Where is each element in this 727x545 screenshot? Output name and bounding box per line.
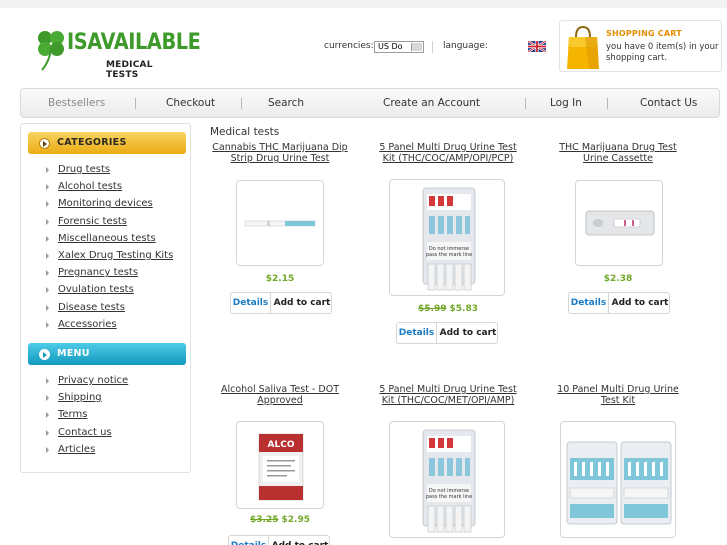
category-link[interactable]: Pregnancy tests bbox=[41, 267, 191, 284]
menu-title: MENU bbox=[57, 348, 90, 359]
shopping-bag-icon bbox=[567, 25, 599, 69]
categories-header: CATEGORIES bbox=[28, 132, 186, 154]
nav-bestsellers[interactable]: Bestsellers bbox=[48, 97, 105, 109]
product-name[interactable]: 5 Panel Multi Drug Urine Test Kit (THC/C… bbox=[378, 384, 518, 406]
brand-name: ISAVAILABLE bbox=[67, 30, 201, 55]
details-button[interactable]: Details bbox=[569, 293, 609, 313]
product-actions: Details Add to cart bbox=[228, 535, 330, 545]
menu-link[interactable]: Contact us bbox=[41, 427, 191, 444]
shopping-cart-box[interactable]: SHOPPING CART you have 0 item(s) in your… bbox=[559, 20, 722, 72]
details-button[interactable]: Details bbox=[397, 323, 437, 343]
details-button[interactable]: Details bbox=[229, 536, 269, 545]
product-card: 5 Panel Multi Drug Urine Test Kit (THC/C… bbox=[378, 142, 518, 352]
product-price: $5.99 $5.83 bbox=[418, 304, 478, 314]
test-panel-icon[interactable]: Do not immerse pass the mark line bbox=[389, 421, 505, 538]
category-link[interactable]: Miscellaneous tests bbox=[41, 233, 191, 250]
category-link[interactable]: Accessories bbox=[41, 319, 191, 336]
category-link[interactable]: Monitoring devices bbox=[41, 198, 191, 215]
add-to-cart-button[interactable]: Add to cart bbox=[272, 293, 332, 313]
product-card: Cannabis THC Marijuana Dip Strip Drug Ur… bbox=[210, 142, 350, 322]
add-to-cart-button[interactable]: Add to cart bbox=[610, 293, 670, 313]
product-name[interactable]: Alcohol Saliva Test - DOT Approved bbox=[210, 384, 350, 406]
product-name[interactable]: 10 Panel Multi Drug Urine Test Kit bbox=[548, 384, 688, 406]
svg-text:pass the mark line: pass the mark line bbox=[426, 252, 472, 258]
ten-panel-icon[interactable] bbox=[560, 421, 676, 538]
menu-link[interactable]: Privacy notice bbox=[41, 375, 191, 392]
category-link[interactable]: Xalex Drug Testing Kits bbox=[41, 250, 191, 267]
nav-search[interactable]: Search bbox=[268, 97, 304, 109]
product-price: $2.38 bbox=[603, 274, 633, 284]
category-link[interactable]: Disease tests bbox=[41, 302, 191, 319]
category-link[interactable]: Forensic tests bbox=[41, 216, 191, 233]
product-card: THC Marijuana Drug Test Urine Cassette $… bbox=[548, 142, 688, 322]
product-actions: Details Add to cart bbox=[568, 292, 670, 314]
add-to-cart-button[interactable]: Add to cart bbox=[270, 536, 330, 545]
svg-text:ALCO: ALCO bbox=[268, 440, 295, 450]
nav-divider bbox=[525, 98, 526, 109]
category-link[interactable]: Alcohol tests bbox=[41, 181, 191, 198]
add-to-cart-button[interactable]: Add to cart bbox=[438, 323, 498, 343]
cart-message: you have 0 item(s) in your shopping cart… bbox=[606, 42, 719, 63]
sidebar: CATEGORIES Drug tests Alcohol tests Moni… bbox=[20, 123, 191, 473]
menu-header: MENU bbox=[28, 343, 186, 365]
categories-title: CATEGORIES bbox=[57, 137, 127, 148]
product-card: 5 Panel Multi Drug Urine Test Kit (THC/C… bbox=[378, 384, 518, 545]
cart-title: SHOPPING CART bbox=[606, 29, 682, 38]
nav-divider bbox=[135, 98, 136, 109]
test-panel-icon[interactable]: Do not immerse pass the mark line bbox=[389, 179, 505, 296]
nav-contact-us[interactable]: Contact Us bbox=[640, 97, 697, 109]
arrow-bullet-icon bbox=[39, 138, 50, 149]
menu-link[interactable]: Articles bbox=[41, 444, 191, 461]
product-card: Alcohol Saliva Test - DOT Approved ALCO … bbox=[210, 384, 350, 545]
dropdown-arrow-icon bbox=[411, 43, 422, 51]
menu-list: Privacy notice Shipping Terms Contact us… bbox=[41, 375, 191, 461]
nav-login[interactable]: Log In bbox=[550, 97, 582, 109]
site-logo[interactable]: ISAVAILABLE MEDICAL TESTS bbox=[34, 28, 201, 80]
currency-select[interactable]: US Do bbox=[374, 41, 424, 53]
product-card: 10 Panel Multi Drug Urine Test Kit bbox=[548, 384, 688, 545]
category-list: Drug tests Alcohol tests Monitoring devi… bbox=[41, 164, 191, 336]
product-name[interactable]: 5 Panel Multi Drug Urine Test Kit (THC/C… bbox=[378, 142, 518, 164]
header-divider bbox=[432, 41, 433, 53]
product-price: $2.15 bbox=[265, 274, 295, 284]
nav-create-account[interactable]: Create an Account bbox=[383, 97, 480, 109]
brand-subtitle: MEDICAL TESTS bbox=[106, 60, 153, 80]
top-strip bbox=[0, 0, 727, 8]
product-actions: Details Add to cart bbox=[230, 292, 332, 314]
svg-text:pass the mark line: pass the mark line bbox=[426, 494, 472, 500]
cassette-icon[interactable] bbox=[575, 180, 663, 266]
clover-icon bbox=[38, 31, 64, 71]
menu-link[interactable]: Terms bbox=[41, 409, 191, 426]
currencies-label: currencies: bbox=[324, 41, 374, 51]
uk-flag-icon[interactable] bbox=[528, 41, 546, 52]
old-price: $3.25 bbox=[250, 515, 279, 525]
category-link[interactable]: Ovulation tests bbox=[41, 284, 191, 301]
currency-value: US Do bbox=[378, 42, 403, 51]
main-nav: Bestsellers Checkout Search Create an Ac… bbox=[20, 88, 720, 118]
arrow-bullet-icon bbox=[39, 349, 50, 360]
product-name[interactable]: THC Marijuana Drug Test Urine Cassette bbox=[548, 142, 688, 164]
nav-divider bbox=[607, 98, 608, 109]
old-price: $5.99 bbox=[418, 304, 447, 314]
category-link[interactable]: Drug tests bbox=[41, 164, 191, 181]
saliva-kit-icon[interactable]: ALCO bbox=[236, 421, 324, 509]
product-price: $3.25 $2.95 bbox=[250, 515, 310, 525]
language-label: language: bbox=[443, 41, 488, 51]
nav-checkout[interactable]: Checkout bbox=[166, 97, 215, 109]
product-actions: Details Add to cart bbox=[396, 322, 498, 344]
dip-strip-icon[interactable] bbox=[236, 180, 324, 266]
nav-divider bbox=[241, 98, 242, 109]
product-name[interactable]: Cannabis THC Marijuana Dip Strip Drug Ur… bbox=[210, 142, 350, 164]
details-button[interactable]: Details bbox=[231, 293, 271, 313]
menu-link[interactable]: Shipping bbox=[41, 392, 191, 409]
page-title: Medical tests bbox=[210, 126, 280, 138]
